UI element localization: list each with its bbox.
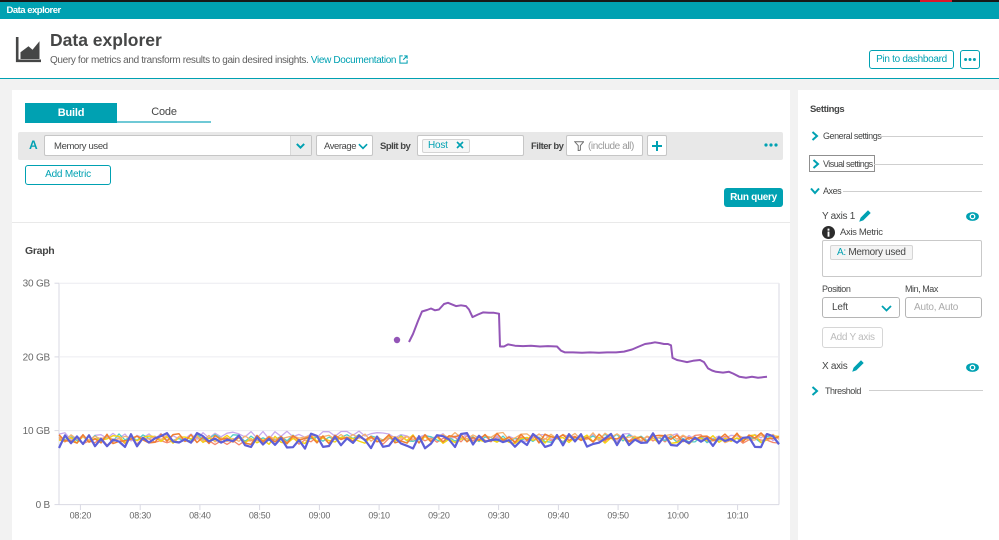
svg-text:20 GB: 20 GB <box>23 352 51 363</box>
svg-text:10:00: 10:00 <box>667 511 689 521</box>
svg-text:30 GB: 30 GB <box>23 279 51 290</box>
svg-text:08:40: 08:40 <box>189 511 211 521</box>
svg-text:09:30: 09:30 <box>488 511 510 521</box>
svg-text:08:50: 08:50 <box>249 511 271 521</box>
svg-text:09:00: 09:00 <box>309 511 331 521</box>
svg-text:08:20: 08:20 <box>70 511 92 521</box>
svg-text:09:10: 09:10 <box>368 511 390 521</box>
svg-text:08:30: 08:30 <box>129 511 151 521</box>
svg-text:09:40: 09:40 <box>548 511 570 521</box>
svg-text:10:10: 10:10 <box>727 511 749 521</box>
svg-text:0 B: 0 B <box>36 500 51 511</box>
svg-text:09:20: 09:20 <box>428 511 450 521</box>
svg-text:10 GB: 10 GB <box>23 426 51 437</box>
svg-text:09:50: 09:50 <box>607 511 629 521</box>
